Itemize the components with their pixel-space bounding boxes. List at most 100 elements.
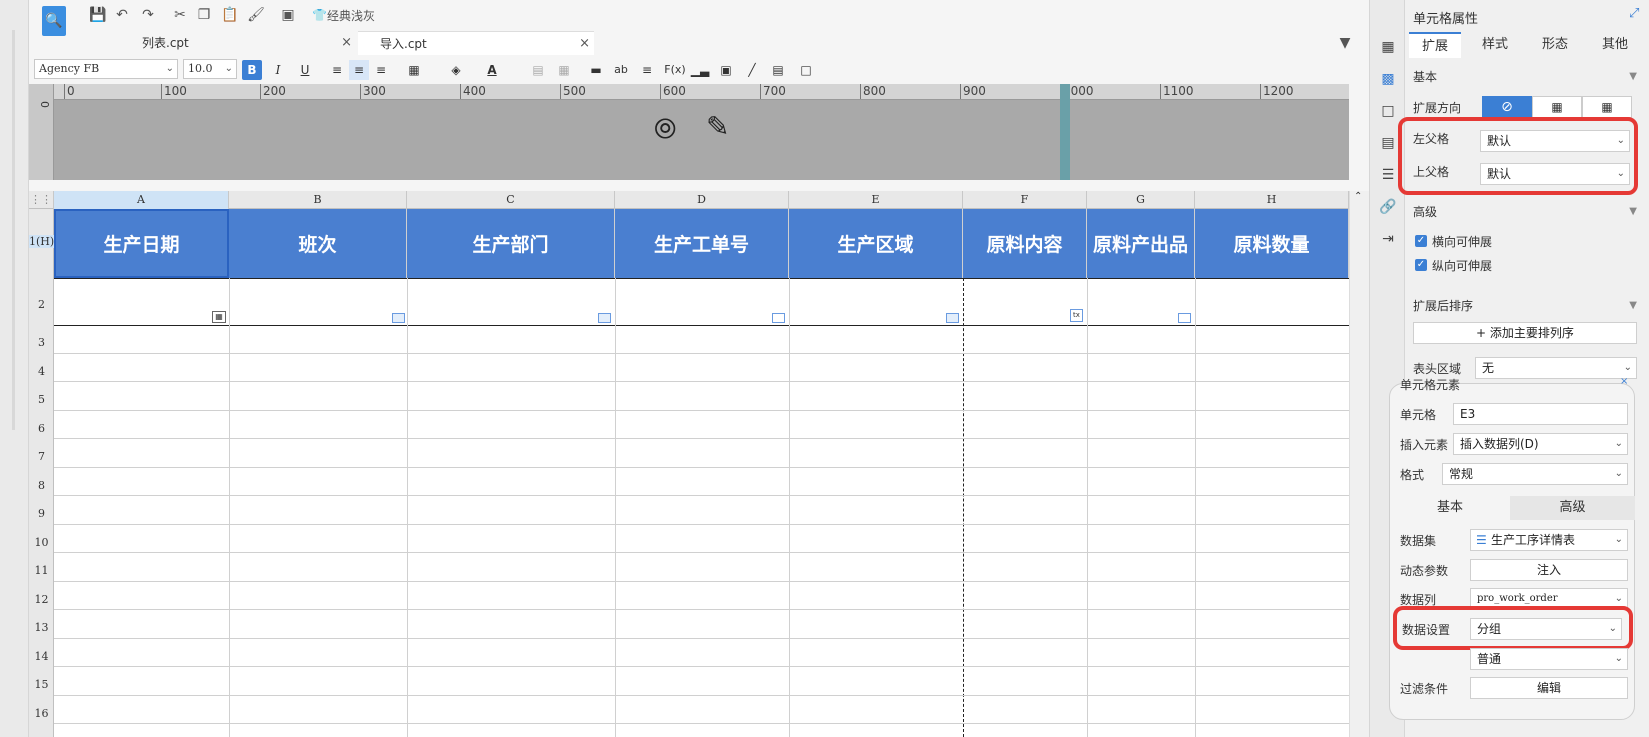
copy-icon[interactable]: ❐ (195, 6, 213, 24)
vertical-expand-icon[interactable]: ▦ (1532, 96, 1582, 118)
layout-icon[interactable]: ▦ (1379, 38, 1397, 56)
align-left-icon[interactable]: ≡ (327, 60, 347, 80)
column-header[interactable]: A (54, 191, 229, 209)
theme-button[interactable]: 👕 经典浅灰 (312, 6, 392, 24)
row-header[interactable]: 4 (29, 365, 54, 378)
redo-icon[interactable]: ↷ (139, 6, 157, 24)
frame-icon[interactable]: □ (1379, 102, 1397, 120)
italic-button[interactable]: I (268, 60, 288, 80)
formula-button[interactable]: F(x) (664, 60, 686, 80)
checkbox-vertical-expand[interactable]: ✓ (1415, 259, 1427, 271)
edit-filter-button[interactable]: 编辑 (1470, 677, 1628, 699)
merge-icon[interactable]: ▤ (528, 60, 548, 80)
bold-button[interactable]: B (242, 60, 262, 80)
column-header[interactable]: C (407, 191, 615, 209)
chevron-down-icon[interactable]: ▼ (1629, 201, 1637, 223)
undo-icon[interactable]: ↶ (113, 6, 131, 24)
row-header[interactable]: 16 (29, 707, 54, 720)
tab-menu-icon[interactable]: ▼ (1336, 34, 1354, 52)
close-icon[interactable]: × (341, 31, 352, 55)
header-cell[interactable]: 生产日期 (54, 209, 229, 278)
chevron-up-icon[interactable]: ⌃ (1354, 191, 1362, 202)
column-header[interactable]: B (229, 191, 407, 209)
no-expand-icon[interactable]: ⊘ (1482, 96, 1532, 118)
tab-advanced[interactable]: 高级 (1510, 496, 1635, 520)
font-family-select[interactable]: Agency FB ⌄ (34, 59, 178, 79)
left-scrollbar[interactable] (12, 30, 15, 430)
condition-icon[interactable]: ☰ (1379, 166, 1397, 184)
column-header[interactable]: E (789, 191, 963, 209)
row-header[interactable]: 5 (29, 393, 54, 406)
eye-hidden-icon[interactable]: ⦾ (654, 112, 676, 146)
fill-color-icon[interactable]: ◈ (446, 60, 466, 80)
header-area-select[interactable]: 无 ⌄ (1475, 357, 1637, 379)
header-cell[interactable]: 生产部门 (407, 209, 615, 278)
image-icon[interactable]: ▣ (716, 60, 736, 80)
dataset-select[interactable]: ☰ 生产工序详情表 ⌄ (1470, 529, 1628, 551)
row-header[interactable]: 13 (29, 621, 54, 634)
designer-logo-icon[interactable]: 🔍 (42, 6, 66, 36)
row-header[interactable]: 2 (29, 298, 54, 311)
tab-expand[interactable]: 扩展 (1409, 32, 1461, 58)
subreport-icon[interactable]: ▤ (768, 60, 788, 80)
preview-icon[interactable]: ▣ (279, 6, 297, 24)
row-header[interactable]: 12 (29, 593, 54, 606)
checkbox-horizontal-expand[interactable]: ✓ (1415, 235, 1427, 247)
data-row[interactable] (54, 278, 1349, 326)
row-header[interactable]: 9 (29, 507, 54, 520)
format-select[interactable]: 常规 ⌄ (1442, 463, 1628, 485)
slash-icon[interactable]: ╱ (742, 60, 762, 80)
row-header[interactable]: 1(H) (29, 235, 54, 248)
font-color-button[interactable]: A (482, 60, 502, 80)
tab-shape[interactable]: 形态 (1529, 32, 1581, 58)
align-center-icon[interactable]: ≡ (349, 60, 369, 80)
tab-other[interactable]: 其他 (1589, 32, 1641, 58)
row-header[interactable]: 6 (29, 422, 54, 435)
format-painter-icon[interactable]: 🖌 (247, 6, 265, 24)
insert-element-select[interactable]: 插入数据列(D) ⌄ (1453, 433, 1628, 455)
font-size-select[interactable]: 10.0 ⌄ (183, 59, 237, 79)
row-header[interactable]: 8 (29, 479, 54, 492)
border-icon[interactable]: ▦ (404, 60, 424, 80)
cell-attributes-icon[interactable]: ▩ (1379, 70, 1397, 88)
column-header[interactable]: G (1087, 191, 1195, 209)
select-all-icon[interactable]: ⋮⋮ (29, 191, 54, 209)
close-icon[interactable]: × (579, 32, 590, 56)
text-button[interactable]: ab (611, 60, 631, 80)
row-header[interactable]: 7 (29, 450, 54, 463)
align-right-icon[interactable]: ≡ (371, 60, 391, 80)
horizontal-expand-icon[interactable]: ▦ (1582, 96, 1632, 118)
pencil-icon[interactable]: ✎ (706, 110, 729, 143)
column-header[interactable]: D (615, 191, 789, 209)
row-header[interactable]: 15 (29, 678, 54, 691)
inject-button[interactable]: 注入 (1470, 559, 1628, 581)
paste-icon[interactable]: 📋 (221, 6, 239, 24)
wrap-icon[interactable]: ≡ (637, 60, 657, 80)
column-header[interactable]: H (1195, 191, 1349, 209)
tab-list-cpt[interactable]: 列表.cpt × (120, 31, 356, 55)
close-icon[interactable]: × (1620, 376, 1628, 387)
chevron-down-icon[interactable]: ▼ (1629, 66, 1637, 88)
cell-input[interactable]: E3 (1453, 403, 1628, 425)
unmerge-icon[interactable]: ▦ (554, 60, 574, 80)
hyperlink-icon[interactable]: 🔗 (1379, 198, 1397, 216)
chevron-down-icon[interactable]: ▼ (1629, 295, 1637, 317)
row-header[interactable]: 3 (29, 336, 54, 349)
tab-import-cpt[interactable]: 导入.cpt × (358, 31, 594, 55)
row-header[interactable]: 14 (29, 650, 54, 663)
vertical-scrollbar[interactable]: ⌃ (1349, 191, 1369, 737)
insert-row-icon[interactable]: ▬ (586, 60, 606, 80)
underline-button[interactable]: U (295, 60, 315, 80)
row-header[interactable]: 11 (29, 564, 54, 577)
column-header[interactable]: F (963, 191, 1087, 209)
row-header[interactable]: 10 (29, 536, 54, 549)
import-icon[interactable]: ⇥ (1379, 230, 1397, 248)
header-cell[interactable]: 生产工单号 (615, 209, 789, 278)
add-sort-button[interactable]: + 添加主要排列序 (1413, 322, 1637, 344)
header-cell[interactable]: 生产区域 (789, 209, 963, 278)
header-cell[interactable]: 原料数量 (1195, 209, 1349, 278)
widget-icon[interactable]: □ (796, 60, 816, 80)
widget-settings-icon[interactable]: ▤ (1379, 134, 1397, 152)
header-cell[interactable]: 班次 (229, 209, 407, 278)
expand-icon[interactable]: ⤢ (1629, 6, 1639, 21)
